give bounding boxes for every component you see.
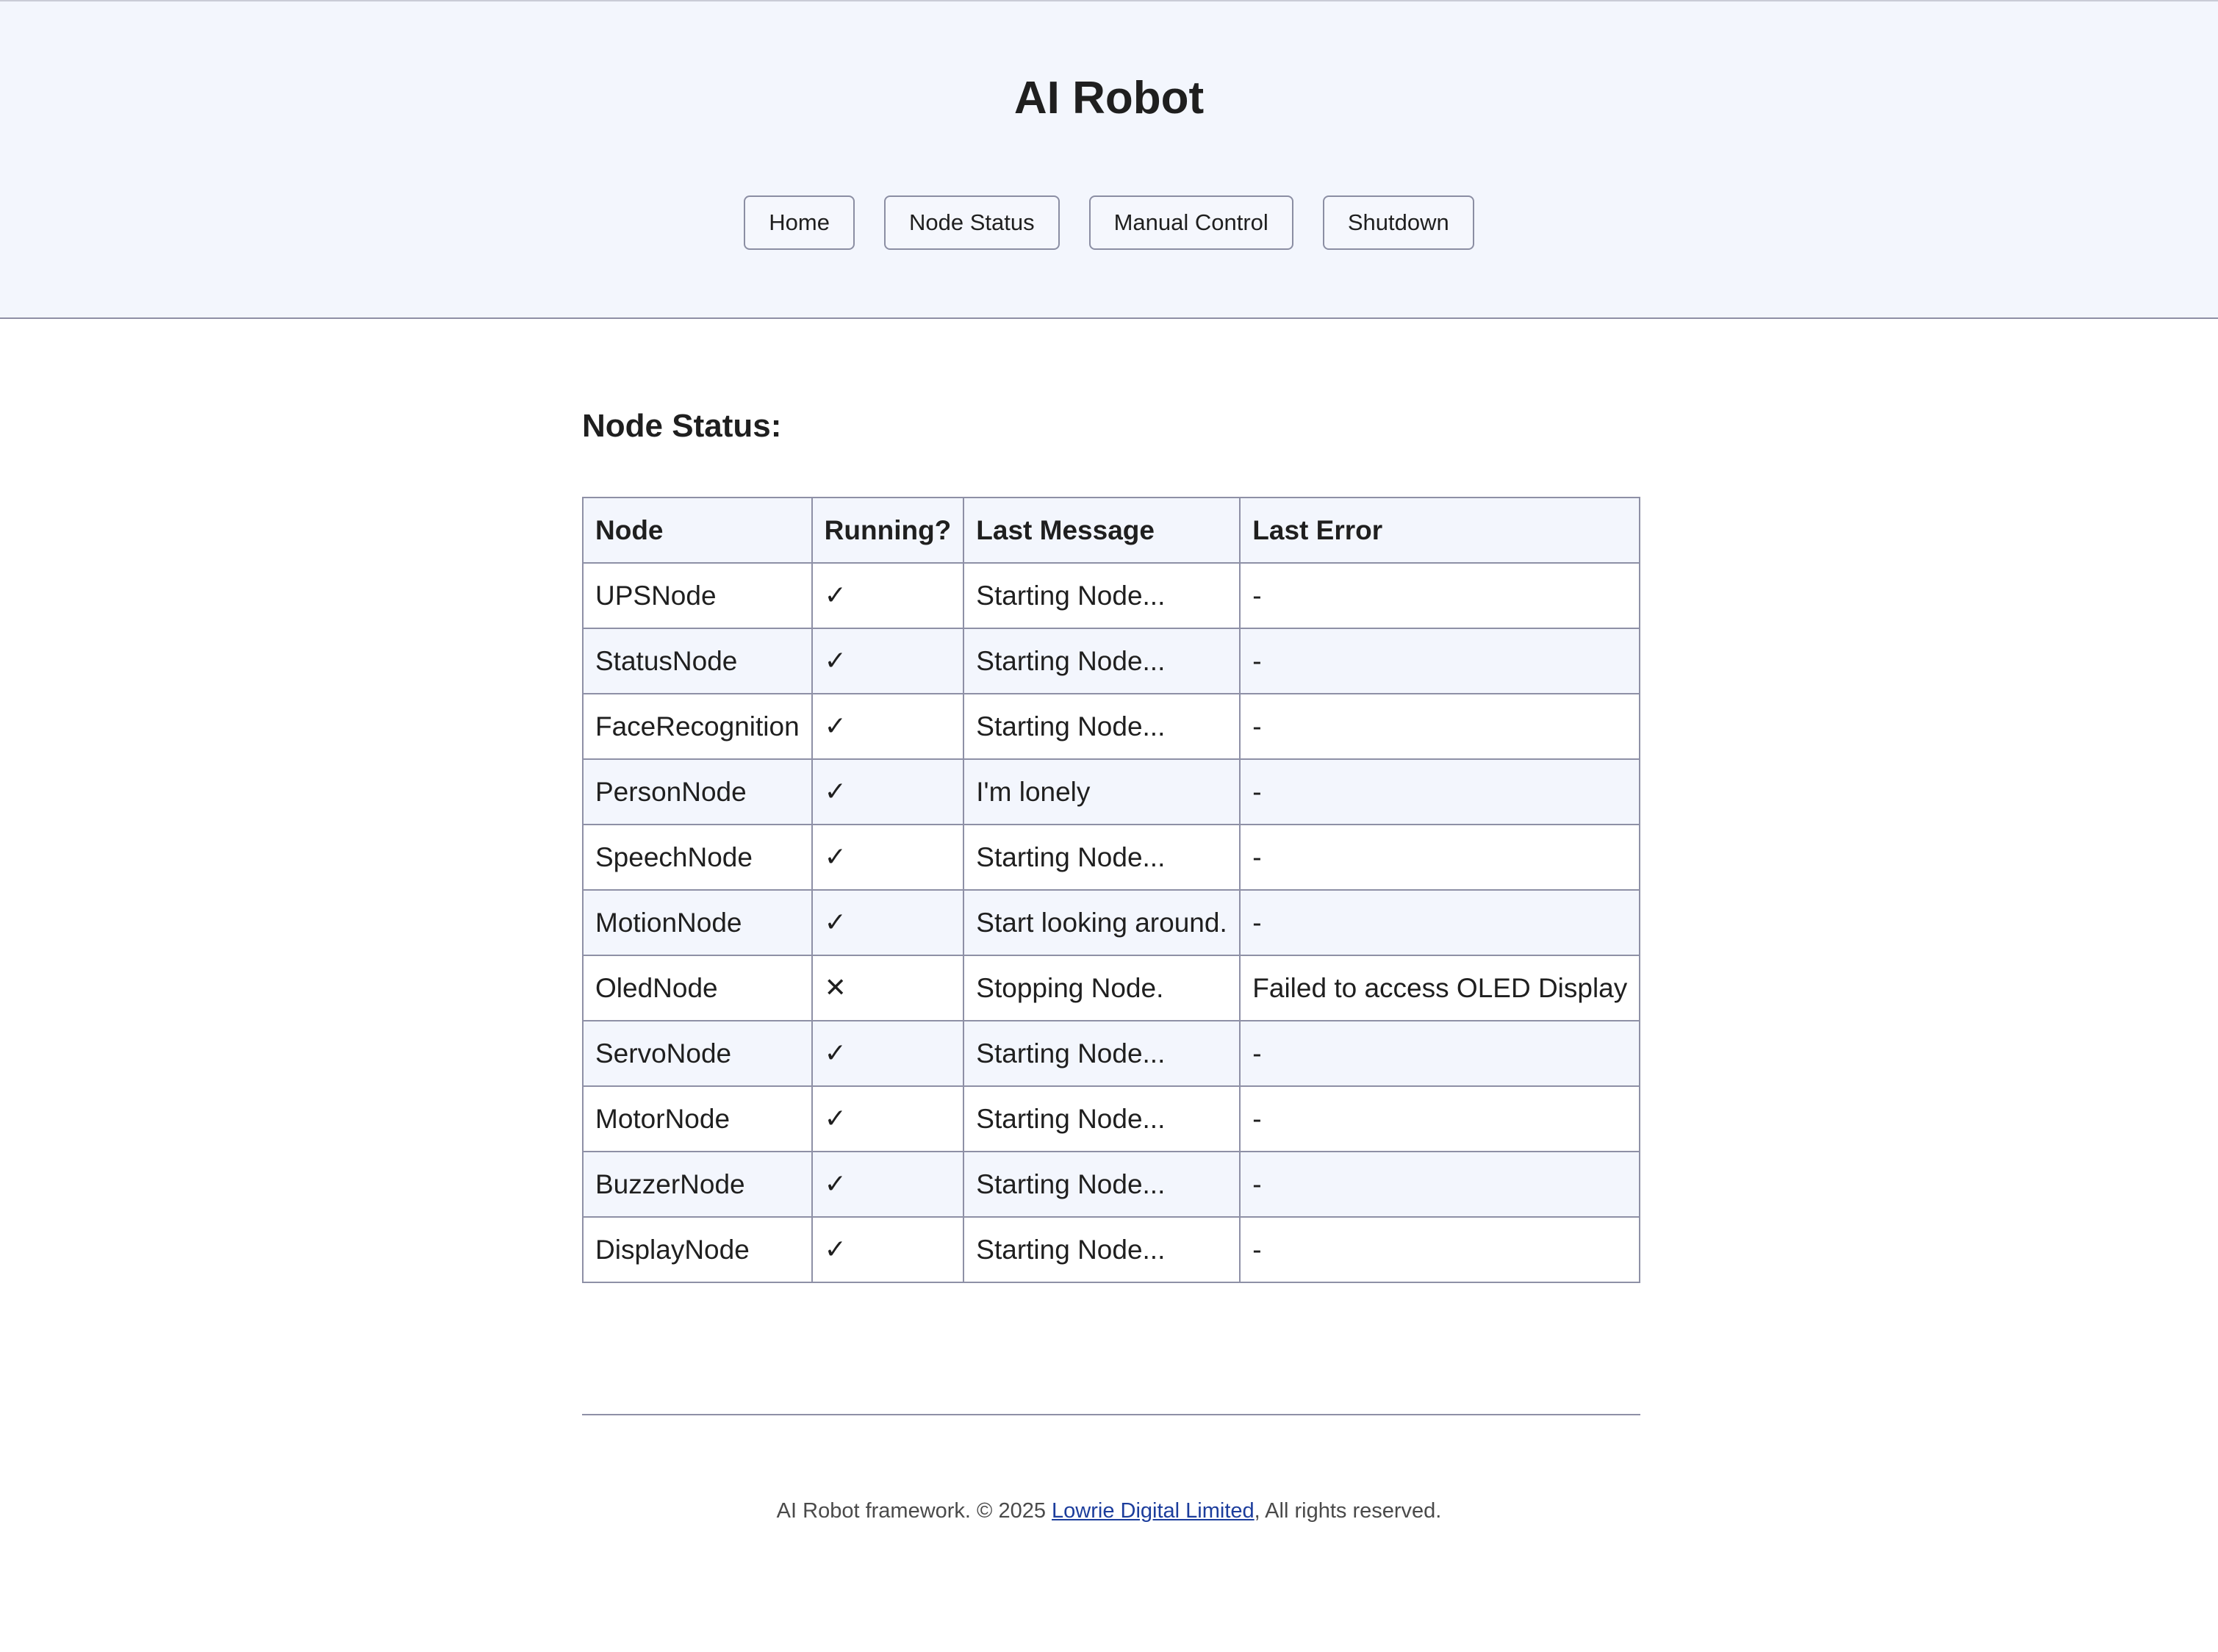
site-header: AI Robot Home Node Status Manual Control… <box>0 0 2218 319</box>
last-error-cell: - <box>1239 1020 1641 1087</box>
table-row: MotorNode ✓ Starting Node... - <box>582 1085 1641 1152</box>
node-name-cell: OledNode <box>582 955 813 1021</box>
last-message-cell: Starting Node... <box>963 824 1241 891</box>
footer-text-after: , All rights reserved. <box>1254 1499 1442 1523</box>
footer-divider <box>582 1414 1640 1415</box>
last-message-cell: Starting Node... <box>963 628 1241 694</box>
last-error-cell: - <box>1239 1085 1641 1152</box>
last-error-cell: - <box>1239 1151 1641 1218</box>
running-status-cell: ✓ <box>811 628 965 694</box>
node-name-cell: MotorNode <box>582 1085 813 1152</box>
last-message-cell: Starting Node... <box>963 1216 1241 1283</box>
table-row: MotionNode ✓ Start looking around. - <box>582 889 1641 956</box>
last-error-cell: - <box>1239 889 1641 956</box>
last-message-cell: Starting Node... <box>963 1151 1241 1218</box>
running-status-cell: ✓ <box>811 1216 965 1283</box>
main-nav: Home Node Status Manual Control Shutdown <box>0 195 2218 250</box>
last-message-cell: Starting Node... <box>963 1085 1241 1152</box>
footer-company-link[interactable]: Lowrie Digital Limited <box>1052 1499 1255 1523</box>
node-name-cell: PersonNode <box>582 758 813 825</box>
node-name-cell: BuzzerNode <box>582 1151 813 1218</box>
last-error-cell: - <box>1239 824 1641 891</box>
running-status-cell: ✓ <box>811 824 965 891</box>
table-row: OledNode ✕ Stopping Node. Failed to access … <box>582 955 1641 1021</box>
running-status-cell: ✓ <box>811 758 965 825</box>
running-status-cell: ✓ <box>811 889 965 956</box>
table-header-row: Node Running? Last Message Last Error <box>582 497 1641 564</box>
running-status-cell: ✓ <box>811 1020 965 1087</box>
node-name-cell: DisplayNode <box>582 1216 813 1283</box>
running-status-cell: ✓ <box>811 693 965 760</box>
last-message-cell: Start looking around. <box>963 889 1241 956</box>
node-name-cell: FaceRecognition <box>582 693 813 760</box>
node-status-table: Node Running? Last Message Last Error UP… <box>582 497 1641 1283</box>
node-name-cell: ServoNode <box>582 1020 813 1087</box>
table-row: DisplayNode ✓ Starting Node... - <box>582 1216 1641 1283</box>
footer-text-before: AI Robot framework. © 2025 <box>776 1499 1052 1523</box>
node-name-cell: StatusNode <box>582 628 813 694</box>
last-message-cell: I'm lonely <box>963 758 1241 825</box>
running-status-cell: ✓ <box>811 1151 965 1218</box>
site-title: AI Robot <box>1013 73 1205 123</box>
last-error-cell: Failed to access OLED Display <box>1239 955 1641 1021</box>
last-error-cell: - <box>1239 562 1641 629</box>
last-error-cell: - <box>1239 628 1641 694</box>
last-message-cell: Starting Node... <box>963 562 1241 629</box>
last-error-cell: - <box>1239 693 1641 760</box>
column-header-running: Running? <box>811 497 965 564</box>
last-message-cell: Stopping Node. <box>963 955 1241 1021</box>
running-status-cell: ✓ <box>811 562 965 629</box>
table-row: PersonNode ✓ I'm lonely - <box>582 758 1641 825</box>
table-row: FaceRecognition ✓ Starting Node... - <box>582 693 1641 760</box>
node-name-cell: UPSNode <box>582 562 813 629</box>
nav-home-button[interactable]: Home <box>744 195 855 250</box>
last-error-cell: - <box>1239 758 1641 825</box>
nav-shutdown-button[interactable]: Shutdown <box>1322 195 1474 250</box>
table-body: UPSNode ✓ Starting Node... - StatusNode ✓ Star… <box>582 562 1641 1283</box>
running-status-cell: ✓ <box>811 1085 965 1152</box>
column-header-node: Node <box>582 497 813 564</box>
node-name-cell: SpeechNode <box>582 824 813 891</box>
table-row: StatusNode ✓ Starting Node... - <box>582 628 1641 694</box>
table-row: UPSNode ✓ Starting Node... - <box>582 562 1641 629</box>
last-message-cell: Starting Node... <box>963 693 1241 760</box>
table-row: BuzzerNode ✓ Starting Node... - <box>582 1151 1641 1218</box>
nav-manual-control-button[interactable]: Manual Control <box>1088 195 1293 250</box>
table-row: ServoNode ✓ Starting Node... - <box>582 1020 1641 1087</box>
node-name-cell: MotionNode <box>582 889 813 956</box>
footer: AI Robot framework. © 2025 Lowrie Digita… <box>0 1499 2218 1523</box>
column-header-last-message: Last Message <box>963 497 1241 564</box>
column-header-last-error: Last Error <box>1239 497 1641 564</box>
running-status-cell: ✕ <box>811 955 965 1021</box>
section-title: Node Status: <box>582 408 782 444</box>
table-row: SpeechNode ✓ Starting Node... - <box>582 824 1641 891</box>
last-message-cell: Starting Node... <box>963 1020 1241 1087</box>
nav-node-status-button[interactable]: Node Status <box>883 195 1060 250</box>
last-error-cell: - <box>1239 1216 1641 1283</box>
